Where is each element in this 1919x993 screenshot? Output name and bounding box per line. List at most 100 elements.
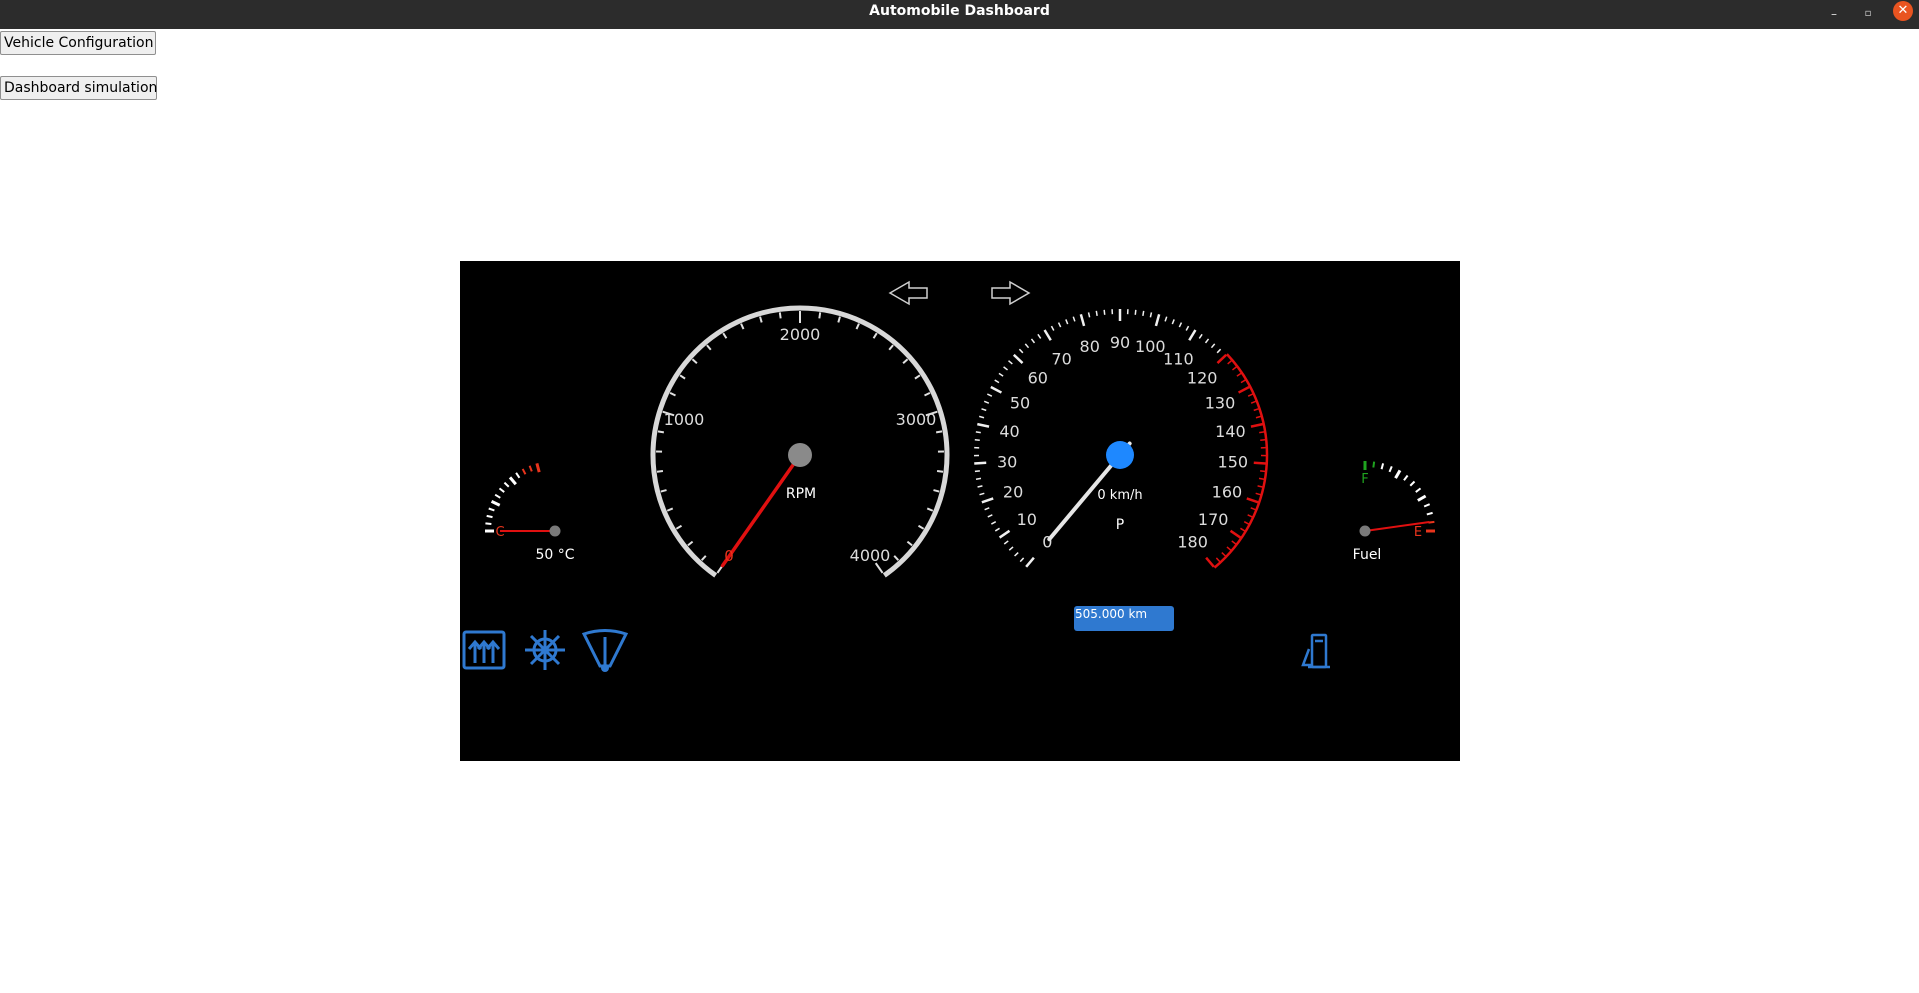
rpm-tick xyxy=(657,430,665,434)
speed-readout: 0 km/h xyxy=(1097,488,1142,503)
speed-tick xyxy=(990,385,1003,394)
rpm-tick xyxy=(902,358,909,365)
rpm-tick xyxy=(917,524,925,530)
speed-tick xyxy=(1095,310,1098,316)
rpm-tick xyxy=(691,358,698,365)
fuel-label: Fuel xyxy=(1353,547,1382,563)
rpm-needle xyxy=(720,453,802,568)
speedometer: 01020304050607080 90 100110120130140150160… xyxy=(973,309,1269,569)
temperature-tick xyxy=(486,514,493,519)
speed-tick xyxy=(1164,316,1168,322)
speed-tick xyxy=(984,507,990,511)
temperature-tick xyxy=(488,507,495,512)
speed-tick-label: 110 xyxy=(1163,349,1194,368)
speed-tick xyxy=(1185,325,1190,331)
fuel-tick xyxy=(1372,461,1376,468)
speed-tick xyxy=(1003,540,1009,545)
speed-tick-label: 170 xyxy=(1198,510,1229,529)
speed-tick xyxy=(1037,333,1042,339)
speed-tick xyxy=(1231,540,1237,545)
speed-tick xyxy=(1246,497,1259,504)
speed-tick xyxy=(1210,343,1216,349)
speed-tick xyxy=(1087,312,1091,318)
speed-tick xyxy=(1019,557,1025,563)
speed-tick xyxy=(1216,353,1228,364)
speed-tick xyxy=(1216,348,1222,354)
rpm-tick xyxy=(740,323,745,330)
speed-tick xyxy=(1012,353,1024,364)
minimize-button[interactable]: – xyxy=(1824,4,1844,24)
speed-tick xyxy=(978,415,985,419)
rpm-tick xyxy=(933,489,940,493)
dashboard-simulation-button[interactable]: Dashboard simulation xyxy=(0,76,157,100)
fuel-tick xyxy=(1380,463,1385,470)
fuel-tick xyxy=(1426,511,1433,516)
speed-tick xyxy=(981,408,987,412)
speed-tick xyxy=(983,400,990,404)
speed-tick xyxy=(975,431,981,434)
speed-tick-label: 10 xyxy=(1017,510,1037,529)
temperature-low-label: C xyxy=(495,525,504,540)
rpm-tick xyxy=(855,323,860,330)
temperature-tick xyxy=(494,493,501,499)
speed-tick xyxy=(991,521,997,525)
temperature-tick xyxy=(508,476,517,486)
speed-tick xyxy=(1008,360,1013,365)
speed-tick-label: 80 xyxy=(1080,337,1100,356)
left-turn-arrow-icon xyxy=(888,280,928,306)
speed-tick xyxy=(1221,552,1226,557)
temperature-tick xyxy=(503,481,510,488)
rpm-tick-label: 2000 xyxy=(780,325,821,344)
speed-tick xyxy=(1226,546,1232,551)
rpm-tick xyxy=(759,316,763,323)
speed-tick xyxy=(1258,477,1265,480)
temperature-tick xyxy=(515,472,521,479)
speed-tick-label: 90 xyxy=(1110,333,1130,352)
speed-tick xyxy=(1178,322,1183,328)
fuel-pump-icon xyxy=(1301,633,1330,669)
temperature-tick xyxy=(528,465,533,472)
speed-tick-label: 40 xyxy=(999,422,1019,441)
window-titlebar: Automobile Dashboard – ▫ ✕ xyxy=(0,0,1919,29)
temperature-tick xyxy=(535,462,541,473)
maximize-button[interactable]: ▫ xyxy=(1858,4,1878,24)
fuel-tick xyxy=(1415,487,1422,493)
speed-tick-label: 50 xyxy=(1010,393,1030,412)
speed-tick xyxy=(1255,492,1261,496)
rpm-tick xyxy=(687,540,694,547)
rpm-arc xyxy=(650,305,950,578)
speed-tick xyxy=(1079,314,1086,327)
speed-tick xyxy=(1237,385,1250,394)
speed-tick xyxy=(1240,527,1246,532)
speed-tick-label: 160 xyxy=(1212,483,1243,502)
speed-tick xyxy=(1247,393,1253,397)
rpm-tick xyxy=(924,391,931,397)
fuel-tick xyxy=(1388,465,1393,473)
fuel-tick xyxy=(1394,469,1402,479)
speed-tick xyxy=(987,514,993,518)
rpm-tick-label: 3000 xyxy=(896,410,937,429)
speed-tick xyxy=(1231,366,1237,371)
rpm-tick xyxy=(700,555,707,561)
vehicle-configuration-button[interactable]: Vehicle Configuration xyxy=(0,31,156,55)
snowflake-icon xyxy=(525,630,565,670)
speed-tick xyxy=(994,379,1000,384)
speed-tick xyxy=(975,477,982,480)
speed-tick xyxy=(974,470,980,473)
speed-tick xyxy=(1240,379,1246,384)
speed-tick xyxy=(1253,461,1266,465)
temperature-gauge: C 50 °C xyxy=(485,462,575,563)
speed-tick xyxy=(1149,312,1153,318)
fuel-full-label: F xyxy=(1361,472,1368,487)
gear-indicator: P xyxy=(1116,517,1124,533)
rpm-tick xyxy=(706,344,712,351)
close-button[interactable]: ✕ xyxy=(1893,1,1913,21)
speed-tick xyxy=(1253,408,1259,412)
speed-tick xyxy=(1215,557,1221,563)
fuel-tick xyxy=(1409,480,1416,487)
speed-tick xyxy=(1257,485,1263,488)
speed-tick-label: 20 xyxy=(1003,483,1023,502)
temperature-tick xyxy=(521,468,527,475)
fuel-gauge: F E Fuel xyxy=(1353,461,1435,563)
rpm-tick xyxy=(888,344,894,351)
